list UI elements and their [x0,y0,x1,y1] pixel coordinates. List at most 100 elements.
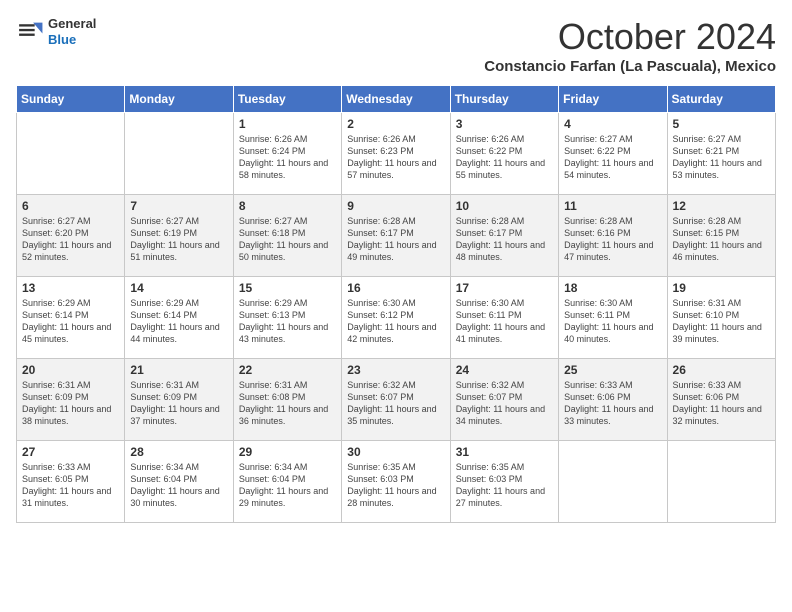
calendar-cell: 25 Sunrise: 6:33 AM Sunset: 6:06 PM Dayli… [559,359,667,441]
cell-info: Sunrise: 6:26 AM Sunset: 6:23 PM Dayligh… [347,133,444,182]
logo-blue: Blue [48,32,96,48]
calendar-cell: 8 Sunrise: 6:27 AM Sunset: 6:18 PM Daylig… [233,195,341,277]
day-number: 6 [22,199,119,213]
calendar-cell: 9 Sunrise: 6:28 AM Sunset: 6:17 PM Daylig… [342,195,450,277]
calendar-cell: 11 Sunrise: 6:28 AM Sunset: 6:16 PM Dayli… [559,195,667,277]
cell-info: Sunrise: 6:28 AM Sunset: 6:15 PM Dayligh… [673,215,770,264]
calendar-cell: 2Sunrise: 6:26 AM Sunset: 6:23 PM Daylig… [342,113,450,195]
cell-info: Sunrise: 6:33 AM Sunset: 6:06 PM Dayligh… [673,379,770,428]
cell-info: Sunrise: 6:35 AM Sunset: 6:03 PM Dayligh… [347,461,444,510]
logo-general: General [48,16,96,32]
cell-info: Sunrise: 6:33 AM Sunset: 6:05 PM Dayligh… [22,461,119,510]
day-number: 14 [130,281,227,295]
day-number: 13 [22,281,119,295]
month-title: October 2024 [484,16,776,58]
cell-info: Sunrise: 6:34 AM Sunset: 6:04 PM Dayligh… [239,461,336,510]
col-header-monday: Monday [125,86,233,113]
day-number: 12 [673,199,770,213]
day-number: 1 [239,117,336,131]
col-header-sunday: Sunday [17,86,125,113]
day-number: 30 [347,445,444,459]
day-number: 20 [22,363,119,377]
day-number: 5 [673,117,770,131]
cell-info: Sunrise: 6:31 AM Sunset: 6:09 PM Dayligh… [130,379,227,428]
col-header-friday: Friday [559,86,667,113]
cell-info: Sunrise: 6:31 AM Sunset: 6:08 PM Dayligh… [239,379,336,428]
cell-info: Sunrise: 6:34 AM Sunset: 6:04 PM Dayligh… [130,461,227,510]
calendar-cell: 31Sunrise: 6:35 AM Sunset: 6:03 PM Dayli… [450,441,558,523]
day-number: 26 [673,363,770,377]
cell-info: Sunrise: 6:31 AM Sunset: 6:10 PM Dayligh… [673,297,770,346]
day-number: 24 [456,363,553,377]
day-number: 23 [347,363,444,377]
cell-info: Sunrise: 6:29 AM Sunset: 6:13 PM Dayligh… [239,297,336,346]
title-block: October 2024 Constancio Farfan (La Pascu… [484,16,776,75]
cell-info: Sunrise: 6:29 AM Sunset: 6:14 PM Dayligh… [22,297,119,346]
calendar-cell: 18Sunrise: 6:30 AM Sunset: 6:11 PM Dayli… [559,277,667,359]
day-number: 15 [239,281,336,295]
col-header-thursday: Thursday [450,86,558,113]
col-header-saturday: Saturday [667,86,775,113]
day-number: 16 [347,281,444,295]
calendar-cell [17,113,125,195]
cell-info: Sunrise: 6:33 AM Sunset: 6:06 PM Dayligh… [564,379,661,428]
calendar-cell: 22Sunrise: 6:31 AM Sunset: 6:08 PM Dayli… [233,359,341,441]
cell-info: Sunrise: 6:35 AM Sunset: 6:03 PM Dayligh… [456,461,553,510]
cell-info: Sunrise: 6:32 AM Sunset: 6:07 PM Dayligh… [347,379,444,428]
calendar-week-5: 27Sunrise: 6:33 AM Sunset: 6:05 PM Dayli… [17,441,776,523]
cell-info: Sunrise: 6:30 AM Sunset: 6:12 PM Dayligh… [347,297,444,346]
calendar-cell [667,441,775,523]
day-number: 25 [564,363,661,377]
cell-info: Sunrise: 6:32 AM Sunset: 6:07 PM Dayligh… [456,379,553,428]
calendar-week-3: 13 Sunrise: 6:29 AM Sunset: 6:14 PM Dayli… [17,277,776,359]
calendar-cell: 6 Sunrise: 6:27 AM Sunset: 6:20 PM Daylig… [17,195,125,277]
calendar-cell: 14 Sunrise: 6:29 AM Sunset: 6:14 PM Dayli… [125,277,233,359]
day-number: 28 [130,445,227,459]
day-number: 10 [456,199,553,213]
calendar-cell: 27Sunrise: 6:33 AM Sunset: 6:05 PM Dayli… [17,441,125,523]
calendar-cell: 16 Sunrise: 6:30 AM Sunset: 6:12 PM Dayli… [342,277,450,359]
calendar-cell: 26 Sunrise: 6:33 AM Sunset: 6:06 PM Dayli… [667,359,775,441]
logo-icon [16,18,44,46]
day-number: 4 [564,117,661,131]
day-number: 8 [239,199,336,213]
calendar-cell: 7 Sunrise: 6:27 AM Sunset: 6:19 PM Daylig… [125,195,233,277]
day-number: 21 [130,363,227,377]
calendar-cell: 4Sunrise: 6:27 AM Sunset: 6:22 PM Daylig… [559,113,667,195]
logo: General Blue [16,16,96,47]
cell-info: Sunrise: 6:26 AM Sunset: 6:24 PM Dayligh… [239,133,336,182]
calendar-header-row: SundayMondayTuesdayWednesdayThursdayFrid… [17,86,776,113]
location-title: Constancio Farfan (La Pascuala), Mexico [484,58,776,75]
calendar-cell: 28 Sunrise: 6:34 AM Sunset: 6:04 PM Dayli… [125,441,233,523]
cell-info: Sunrise: 6:27 AM Sunset: 6:18 PM Dayligh… [239,215,336,264]
calendar-cell: 10Sunrise: 6:28 AM Sunset: 6:17 PM Dayli… [450,195,558,277]
day-number: 7 [130,199,227,213]
calendar-cell: 21 Sunrise: 6:31 AM Sunset: 6:09 PM Dayli… [125,359,233,441]
page-header: General Blue October 2024 Constancio Far… [16,16,776,75]
calendar-cell: 13 Sunrise: 6:29 AM Sunset: 6:14 PM Dayli… [17,277,125,359]
day-number: 29 [239,445,336,459]
cell-info: Sunrise: 6:26 AM Sunset: 6:22 PM Dayligh… [456,133,553,182]
calendar-body: 1 Sunrise: 6:26 AM Sunset: 6:24 PM Daylig… [17,113,776,523]
day-number: 11 [564,199,661,213]
calendar-week-1: 1 Sunrise: 6:26 AM Sunset: 6:24 PM Daylig… [17,113,776,195]
calendar-cell: 15 Sunrise: 6:29 AM Sunset: 6:13 PM Dayli… [233,277,341,359]
calendar-week-4: 20 Sunrise: 6:31 AM Sunset: 6:09 PM Dayli… [17,359,776,441]
day-number: 17 [456,281,553,295]
calendar-cell: 17 Sunrise: 6:30 AM Sunset: 6:11 PM Dayli… [450,277,558,359]
cell-info: Sunrise: 6:27 AM Sunset: 6:20 PM Dayligh… [22,215,119,264]
cell-info: Sunrise: 6:28 AM Sunset: 6:17 PM Dayligh… [347,215,444,264]
calendar-cell: 24 Sunrise: 6:32 AM Sunset: 6:07 PM Dayli… [450,359,558,441]
calendar-cell: 30 Sunrise: 6:35 AM Sunset: 6:03 PM Dayli… [342,441,450,523]
calendar-cell: 20Sunrise: 6:31 AM Sunset: 6:09 PM Dayli… [17,359,125,441]
day-number: 9 [347,199,444,213]
cell-info: Sunrise: 6:28 AM Sunset: 6:16 PM Dayligh… [564,215,661,264]
calendar-cell: 23 Sunrise: 6:32 AM Sunset: 6:07 PM Dayli… [342,359,450,441]
cell-info: Sunrise: 6:30 AM Sunset: 6:11 PM Dayligh… [456,297,553,346]
cell-info: Sunrise: 6:30 AM Sunset: 6:11 PM Dayligh… [564,297,661,346]
cell-info: Sunrise: 6:27 AM Sunset: 6:19 PM Dayligh… [130,215,227,264]
cell-info: Sunrise: 6:29 AM Sunset: 6:14 PM Dayligh… [130,297,227,346]
cell-info: Sunrise: 6:27 AM Sunset: 6:21 PM Dayligh… [673,133,770,182]
day-number: 19 [673,281,770,295]
col-header-tuesday: Tuesday [233,86,341,113]
